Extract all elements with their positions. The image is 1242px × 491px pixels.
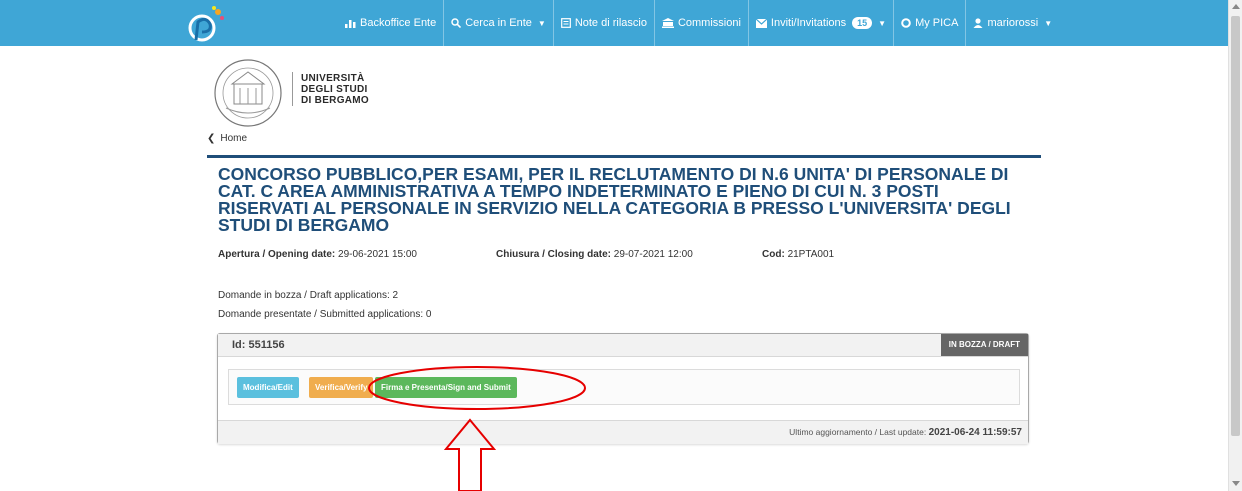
nav-commissions-label: Commissioni [677,17,741,29]
nav-backoffice[interactable]: Backoffice Ente [338,0,445,46]
nav-backoffice-label: Backoffice Ente [360,17,437,29]
scroll-down-arrow-icon[interactable] [1232,481,1240,486]
application-panel: Id: 551156 IN BOZZA / DRAFT Modifica/Edi… [217,333,1029,444]
invitations-count-badge: 15 [852,17,873,29]
university-name-line: DEGLI STUDI [301,84,368,95]
nav-search-label: Cerca in Ente [465,17,532,29]
application-panel-footer: Ultimo aggiornamento / Last update: 2021… [218,420,1028,444]
breadcrumb[interactable]: ❮ Home [207,133,247,144]
last-update-label: Ultimo aggiornamento / Last update: [789,427,927,437]
application-panel-header: Id: 551156 IN BOZZA / DRAFT [218,334,1028,357]
university-name-line: DI BERGAMO [301,95,369,106]
closing-date: Chiusura / Closing date: 29-07-2021 12:0… [496,249,693,260]
nav-user-menu[interactable]: mariorossi ▼ [966,0,1059,46]
university-name: UNIVERSITÀ DEGLI STUDI DI BERGAMO [301,73,369,106]
nav-invitations[interactable]: Inviti/Invitations 15 ▼ [749,0,895,46]
chevron-down-icon: ▼ [537,18,546,28]
closing-date-label: Chiusura / Closing date: [496,249,612,260]
opening-date-value: 29-06-2021 15:00 [338,249,417,260]
code-label: Cod: [762,249,785,260]
page-title: CONCORSO PUBBLICO,PER ESAMI, PER IL RECL… [218,164,1011,235]
vertical-scrollbar[interactable] [1228,0,1242,491]
opening-date-label: Apertura / Opening date: [218,249,336,260]
last-update: Ultimo aggiornamento / Last update: 2021… [789,427,1022,438]
opening-date: Apertura / Opening date: 29-06-2021 15:0… [218,249,417,260]
application-actions: Modifica/Edit Verifica/Verify Firma e Pr… [228,369,1020,405]
nav-release-notes-label: Note di rilascio [574,17,647,29]
university-name-line: UNIVERSITÀ [301,73,365,84]
edit-button[interactable]: Modifica/Edit [237,377,299,398]
chevron-left-icon: ❮ [207,133,216,144]
university-seal-logo [214,59,282,127]
application-id: Id: 551156 [232,339,285,351]
breadcrumb-home-link[interactable]: Home [220,133,247,144]
nav-my-pica-label: My PICA [915,17,959,29]
scroll-up-arrow-icon[interactable] [1232,4,1240,9]
top-navbar: Backoffice Ente Cerca in Ente ▼ Note di … [0,0,1228,46]
status-badge: IN BOZZA / DRAFT [940,334,1028,356]
sign-and-submit-button[interactable]: Firma e Presenta/Sign and Submit [375,377,517,398]
bar-chart-icon [345,20,356,28]
search-icon [451,18,462,28]
title-divider [207,155,1041,158]
submitted-applications-count: Domande presentate / Submitted applicati… [218,309,432,320]
chevron-down-icon: ▼ [878,18,887,28]
envelope-icon [755,18,767,28]
scrollbar-thumb[interactable] [1231,16,1240,436]
competition-code: Cod: 21PTA001 [762,249,834,260]
code-value: 21PTA001 [787,249,835,260]
circle-icon [901,18,911,28]
chevron-down-icon: ▼ [1044,18,1053,28]
pica-logo[interactable] [186,4,228,44]
nav-user-label: mariorossi [987,17,1039,29]
document-icon [560,18,571,28]
nav-commissions[interactable]: Commissioni [655,0,749,46]
closing-date-value: 29-07-2021 12:00 [613,249,693,260]
nav-release-notes[interactable]: Note di rilascio [554,0,655,46]
nav-my-pica[interactable]: My PICA [894,0,967,46]
nav-invitations-label: Inviti/Invitations [770,17,847,29]
institution-icon [661,18,674,28]
verify-button[interactable]: Verifica/Verify [309,377,373,398]
user-icon [973,18,983,28]
draft-applications-count: Domande in bozza / Draft applications: 2 [218,290,399,301]
nav-search-in-ente[interactable]: Cerca in Ente ▼ [444,0,554,46]
last-update-value: 2021-06-24 11:59:57 [928,427,1022,438]
logo-divider [292,72,293,106]
